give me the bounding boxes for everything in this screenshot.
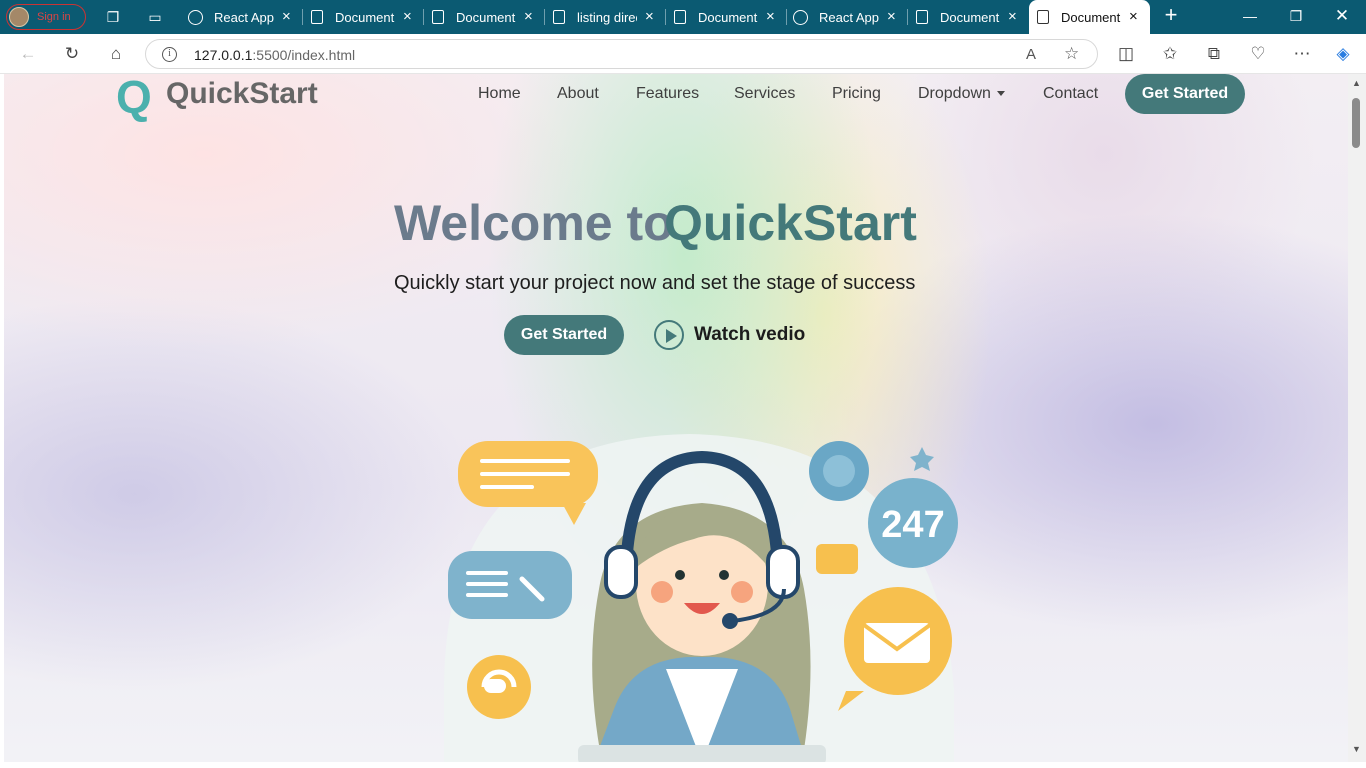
split-screen-icon[interactable]: ◫ [1116,44,1136,64]
url-host: 127.0.0.1 [194,47,253,63]
mini-chat-icon [816,544,858,574]
tab-document-4[interactable]: Document × [908,0,1029,34]
tab-title: listing direc [577,10,637,25]
play-icon [654,320,684,350]
read-aloud-icon[interactable]: A [1026,46,1036,63]
profile-button[interactable]: Sign in [6,4,86,30]
document-icon [1037,10,1049,24]
nav-get-started-button[interactable]: Get Started [1125,74,1245,114]
tab-title: React App [214,10,274,25]
document-icon [311,10,323,24]
nav-home[interactable]: Home [478,85,521,103]
tab-document-active[interactable]: Document × [1029,0,1150,34]
nav-dropdown[interactable]: Dropdown [918,85,1005,103]
document-icon [916,10,928,24]
browser-essentials-icon[interactable]: ♡ [1248,44,1268,64]
restore-icon[interactable]: ❐ [1286,8,1306,25]
mail-icon [864,623,930,663]
headset-mic [722,613,738,629]
hero-title-part2: QuickStart [664,195,917,251]
nav-pricing[interactable]: Pricing [832,85,881,103]
tab-title: Document [335,10,395,25]
workspaces-icon[interactable]: ❐ [104,8,122,26]
close-tab-icon[interactable]: × [645,9,654,24]
hero-get-started-button[interactable]: Get Started [504,315,624,355]
document-icon [432,10,444,24]
new-tab-icon[interactable]: + [1162,4,1180,26]
nav-about[interactable]: About [557,85,599,103]
tab-actions-icon[interactable]: ▭ [146,8,164,26]
site-info-icon[interactable]: i [162,47,177,62]
react-icon [188,10,203,25]
react-icon [793,10,808,25]
document-icon [674,10,686,24]
watch-video-label: Watch vedio [694,324,806,345]
close-tab-icon[interactable]: × [766,9,775,24]
tab-document-2[interactable]: Document × [424,0,545,34]
minimize-icon[interactable]: — [1240,8,1260,24]
close-tab-icon[interactable]: × [887,9,896,24]
logo-text[interactable]: QuickStart [166,77,318,111]
close-tab-icon[interactable]: × [1008,9,1017,24]
profile-label: Sign in [37,11,71,23]
laptop [578,745,826,762]
more-options-icon[interactable]: ⋯ [1292,44,1312,64]
page-viewport: Q QuickStart Home About Features Service… [4,74,1348,762]
logo-mark[interactable]: Q [116,74,152,124]
tab-react-app-2[interactable]: React App × [787,0,908,34]
close-tab-icon[interactable]: × [403,9,412,24]
chevron-down-icon [996,91,1005,97]
scroll-up-icon[interactable]: ▲ [1352,78,1361,88]
document-icon [553,10,565,24]
watch-video-link[interactable]: Watch vedio [654,319,834,351]
copilot-icon[interactable]: ◈ [1333,44,1353,64]
nav-contact[interactable]: Contact [1043,85,1098,103]
scroll-down-icon[interactable]: ▼ [1352,744,1361,754]
nav-services[interactable]: Services [734,85,795,103]
hero-title-part1: Welcome to [394,195,674,251]
tab-title: Document [1061,10,1121,25]
tab-listing-directory[interactable]: listing direc × [545,0,666,34]
close-tab-icon[interactable]: × [282,9,291,24]
url-path: :5500/index.html [252,47,356,63]
favorite-star-icon[interactable]: ☆ [1064,44,1079,64]
scrollbar-thumb[interactable] [1352,98,1360,148]
tab-document-3[interactable]: Document × [666,0,787,34]
support-agent-illustration: 247 [444,434,958,762]
tab-document-1[interactable]: Document × [303,0,424,34]
hero-subtitle: Quickly start your project now and set t… [394,272,916,294]
close-tab-icon[interactable]: × [1129,9,1138,24]
refresh-icon[interactable]: ↻ [62,44,82,64]
address-bar[interactable]: i 127.0.0.1:5500/index.html A ☆ [145,39,1098,69]
tab-title: Document [456,10,516,25]
headset-left-ear [604,545,638,599]
close-tab-icon[interactable]: × [524,9,533,24]
badge-247-text: 247 [881,504,944,546]
address-toolbar: ← ↻ ⌂ i 127.0.0.1:5500/index.html A ☆ ◫ … [0,34,1366,74]
tab-title: Document [698,10,758,25]
tab-title: Document [940,10,1000,25]
collections-icon[interactable]: ⧉ [1204,44,1224,64]
nav-features[interactable]: Features [636,85,699,103]
nav-dropdown-label: Dropdown [918,85,991,102]
tab-react-app-1[interactable]: React App × [182,0,303,34]
page-scrollbar[interactable]: ▲ ▼ [1348,74,1366,762]
home-icon[interactable]: ⌂ [106,44,126,64]
back-icon[interactable]: ← [18,44,38,64]
favorites-icon[interactable]: ✩ [1160,44,1180,64]
tab-title: React App [819,10,879,25]
close-window-icon[interactable]: ✕ [1332,6,1352,26]
profile-avatar [9,7,29,27]
star-icon [910,447,934,471]
url-text[interactable]: 127.0.0.1:5500/index.html [194,47,355,63]
browser-tab-bar: Sign in ❐ ▭ React App × Document × Docum… [0,0,1366,34]
